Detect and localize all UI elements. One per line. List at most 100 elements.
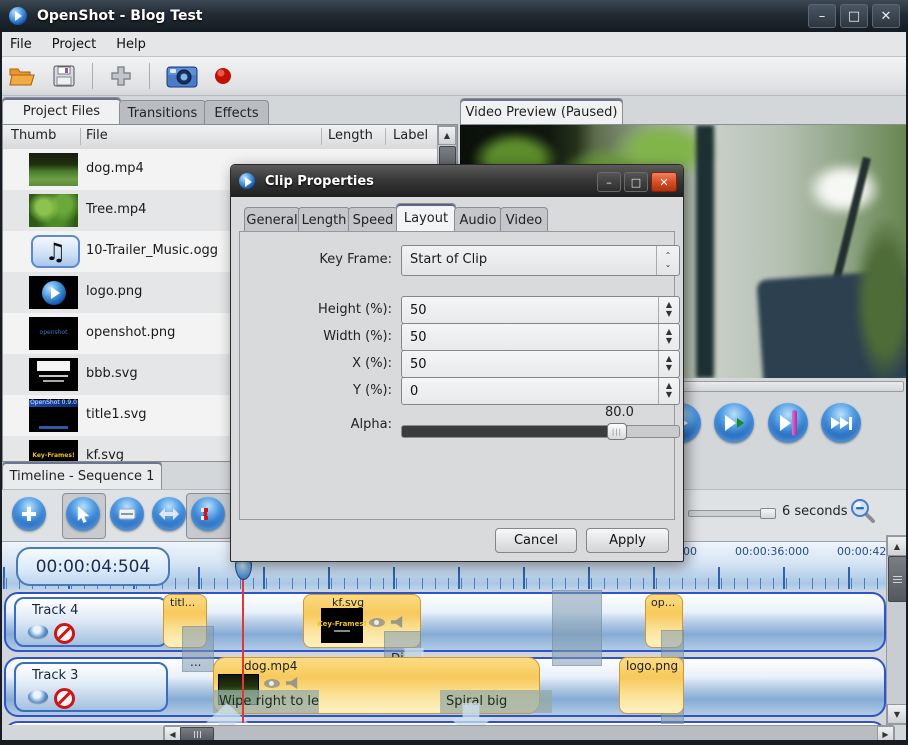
file-name: logo.png xyxy=(86,284,142,299)
tab-label: Length xyxy=(302,213,347,228)
key-frame-select[interactable]: Start of Clip ⌃⌄ xyxy=(401,245,680,276)
menu-help[interactable]: Help xyxy=(106,35,156,54)
x-label: X (%): xyxy=(260,356,392,371)
close-icon[interactable]: ✕ xyxy=(872,4,900,28)
title-bar: OpenShot - Blog Test – □ ✕ xyxy=(0,0,908,32)
resize-tool-button[interactable] xyxy=(152,497,186,531)
minimize-icon[interactable]: – xyxy=(808,4,836,28)
pause-button[interactable] xyxy=(768,403,808,443)
combo-arrows-icon[interactable]: ⌃⌄ xyxy=(656,246,679,275)
apply-button[interactable]: Apply xyxy=(586,528,669,553)
snapshot-icon[interactable] xyxy=(166,63,198,89)
timecode-value: 00:00:04:504 xyxy=(36,557,151,577)
grass xyxy=(855,220,908,378)
timeline-vertical-scrollbar[interactable]: ▲ ▼ xyxy=(886,535,908,725)
eye-icon[interactable] xyxy=(28,690,48,703)
height-input[interactable] xyxy=(402,297,660,323)
spinner-arrows-icon[interactable]: ▲▼ xyxy=(658,297,679,323)
zoom-out-icon[interactable] xyxy=(850,498,876,528)
add-file-icon[interactable] xyxy=(109,64,133,88)
maximize-icon[interactable]: □ xyxy=(840,4,868,28)
y-input[interactable] xyxy=(402,378,660,404)
openshot-logo-icon xyxy=(239,173,255,189)
thumb-text: openshot xyxy=(40,330,68,337)
dialog-title-bar[interactable]: Clip Properties – □ ✕ xyxy=(231,165,683,197)
speaker-icon xyxy=(286,677,300,689)
window-title: OpenShot - Blog Test xyxy=(37,8,203,24)
tab-transitions[interactable]: Transitions xyxy=(119,100,206,125)
scroll-up-icon[interactable]: ▲ xyxy=(438,126,456,145)
col-length[interactable]: Length xyxy=(328,128,373,143)
razor-tool-button[interactable] xyxy=(110,497,144,531)
dialog-tab-video[interactable]: Video xyxy=(500,207,548,233)
file-name: openshot.png xyxy=(86,325,175,340)
width-input[interactable] xyxy=(402,324,660,350)
clip-logo[interactable]: logo.png xyxy=(619,657,684,714)
track-4-band: Track 4 xyxy=(4,592,886,652)
snap-magnet-button[interactable] xyxy=(191,497,225,531)
mute-icon[interactable] xyxy=(54,688,75,709)
col-thumb[interactable]: Thumb xyxy=(11,128,56,143)
spinner-arrows-icon[interactable]: ▲▼ xyxy=(658,324,679,350)
dialog-tab-length[interactable]: Length xyxy=(298,207,350,233)
alpha-slider[interactable]: ||| xyxy=(401,425,680,438)
column-separator xyxy=(321,128,322,145)
spinner-arrows-icon[interactable]: ▲▼ xyxy=(658,378,679,404)
file-name: Tree.mp4 xyxy=(86,202,146,217)
dialog-minimize-icon[interactable]: – xyxy=(597,172,621,192)
eye-icon[interactable] xyxy=(28,625,48,638)
toolbar-separator xyxy=(92,63,93,89)
x-input[interactable] xyxy=(402,351,660,377)
transition-block[interactable] xyxy=(552,590,602,666)
grip xyxy=(893,582,902,583)
save-project-icon[interactable] xyxy=(52,64,76,88)
dialog-close-icon[interactable]: ✕ xyxy=(651,172,677,192)
dialog-tab-audio[interactable]: Audio xyxy=(454,207,502,233)
col-file[interactable]: File xyxy=(86,128,108,143)
playhead-line[interactable] xyxy=(242,558,244,723)
mute-icon[interactable] xyxy=(54,623,75,644)
select-tool-button[interactable] xyxy=(66,497,100,531)
menu-project[interactable]: Project xyxy=(42,35,106,54)
dialog-maximize-icon[interactable]: □ xyxy=(624,172,648,192)
add-track-button[interactable] xyxy=(12,497,46,531)
window-border xyxy=(0,32,2,745)
tab-project-files[interactable]: Project Files xyxy=(2,97,121,125)
timecode-display: 00:00:04:504 xyxy=(16,547,170,586)
y-spinbox[interactable]: ▲▼ xyxy=(401,377,680,405)
zoom-slider-handle[interactable] xyxy=(760,508,776,519)
width-spinbox[interactable]: ▲▼ xyxy=(401,323,680,351)
seek-end-button[interactable] xyxy=(821,403,861,443)
scroll-down-icon[interactable]: ▼ xyxy=(887,704,907,724)
cancel-button[interactable]: Cancel xyxy=(495,528,577,553)
menu-file[interactable]: File xyxy=(0,35,42,54)
height-label: Height (%): xyxy=(260,302,392,317)
dialog-tab-layout[interactable]: Layout xyxy=(396,203,456,233)
scroll-up-icon[interactable]: ▲ xyxy=(887,536,907,556)
dialog-tab-general[interactable]: General xyxy=(244,207,300,233)
alpha-slider-handle[interactable]: ||| xyxy=(607,423,627,440)
x-spinbox[interactable]: ▲▼ xyxy=(401,350,680,378)
dialog-title: Clip Properties xyxy=(265,174,374,189)
tab-video-preview[interactable]: Video Preview (Paused) xyxy=(460,98,623,125)
col-label[interactable]: Label xyxy=(393,128,428,143)
open-project-icon[interactable] xyxy=(8,64,36,88)
y-label: Y (%): xyxy=(260,383,392,398)
height-spinbox[interactable]: ▲▼ xyxy=(401,296,680,324)
tab-timeline[interactable]: Timeline - Sequence 1 xyxy=(2,461,162,490)
spinner-arrows-icon[interactable]: ▲▼ xyxy=(658,351,679,377)
dialog-tab-speed[interactable]: Speed xyxy=(348,207,398,233)
column-separator xyxy=(385,128,386,145)
alpha-label: Alpha: xyxy=(260,417,392,432)
scrollbar-thumb[interactable] xyxy=(888,556,907,602)
transition-block[interactable]: ... xyxy=(182,626,214,672)
zoom-slider[interactable] xyxy=(688,510,775,517)
tab-effects[interactable]: Effects xyxy=(204,100,269,125)
window-border xyxy=(0,740,908,745)
openshot-logo-icon xyxy=(9,7,27,25)
transition-spiral[interactable]: Spiral big xyxy=(440,690,552,713)
chevron-down-icon: ▼ xyxy=(666,337,672,346)
menu-bar: File Project Help xyxy=(0,32,908,57)
record-icon[interactable] xyxy=(214,67,232,85)
play-forward-button[interactable] xyxy=(714,403,754,443)
